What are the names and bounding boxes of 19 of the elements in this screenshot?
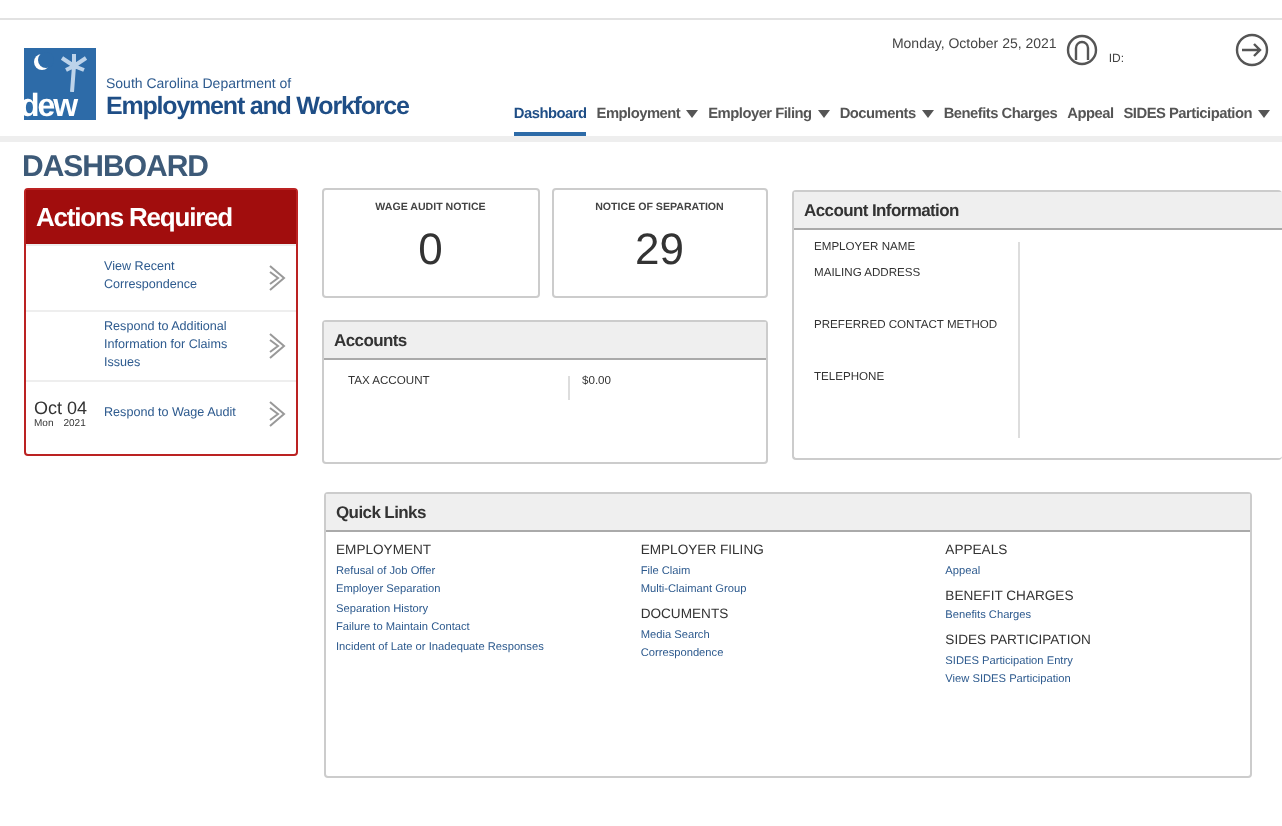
panel-title: Quick Links [336, 502, 426, 522]
chevron-icon[interactable] [266, 400, 288, 429]
chevron-icon[interactable] [266, 264, 288, 292]
notice-count: 29 [635, 224, 684, 276]
logout-icon[interactable] [1234, 32, 1270, 68]
caret-icon[interactable] [921, 109, 934, 117]
notice-count: 0 [418, 224, 443, 276]
actions-title: Actions Required [36, 202, 233, 232]
panel-title: Account Information [804, 200, 959, 220]
logo-text: dew [20, 90, 77, 126]
action-date: Oct 04 [34, 398, 90, 419]
caret-icon[interactable] [817, 109, 830, 117]
caret-icon[interactable] [1258, 109, 1270, 117]
page-title: DASHBOARD [22, 150, 210, 184]
user-icon[interactable] [1066, 32, 1099, 68]
caret-icon[interactable] [686, 109, 699, 117]
panel-title: Accounts [334, 330, 407, 350]
chevron-icon[interactable] [266, 332, 288, 361]
agency-name: Employment and Workforce [106, 92, 409, 120]
